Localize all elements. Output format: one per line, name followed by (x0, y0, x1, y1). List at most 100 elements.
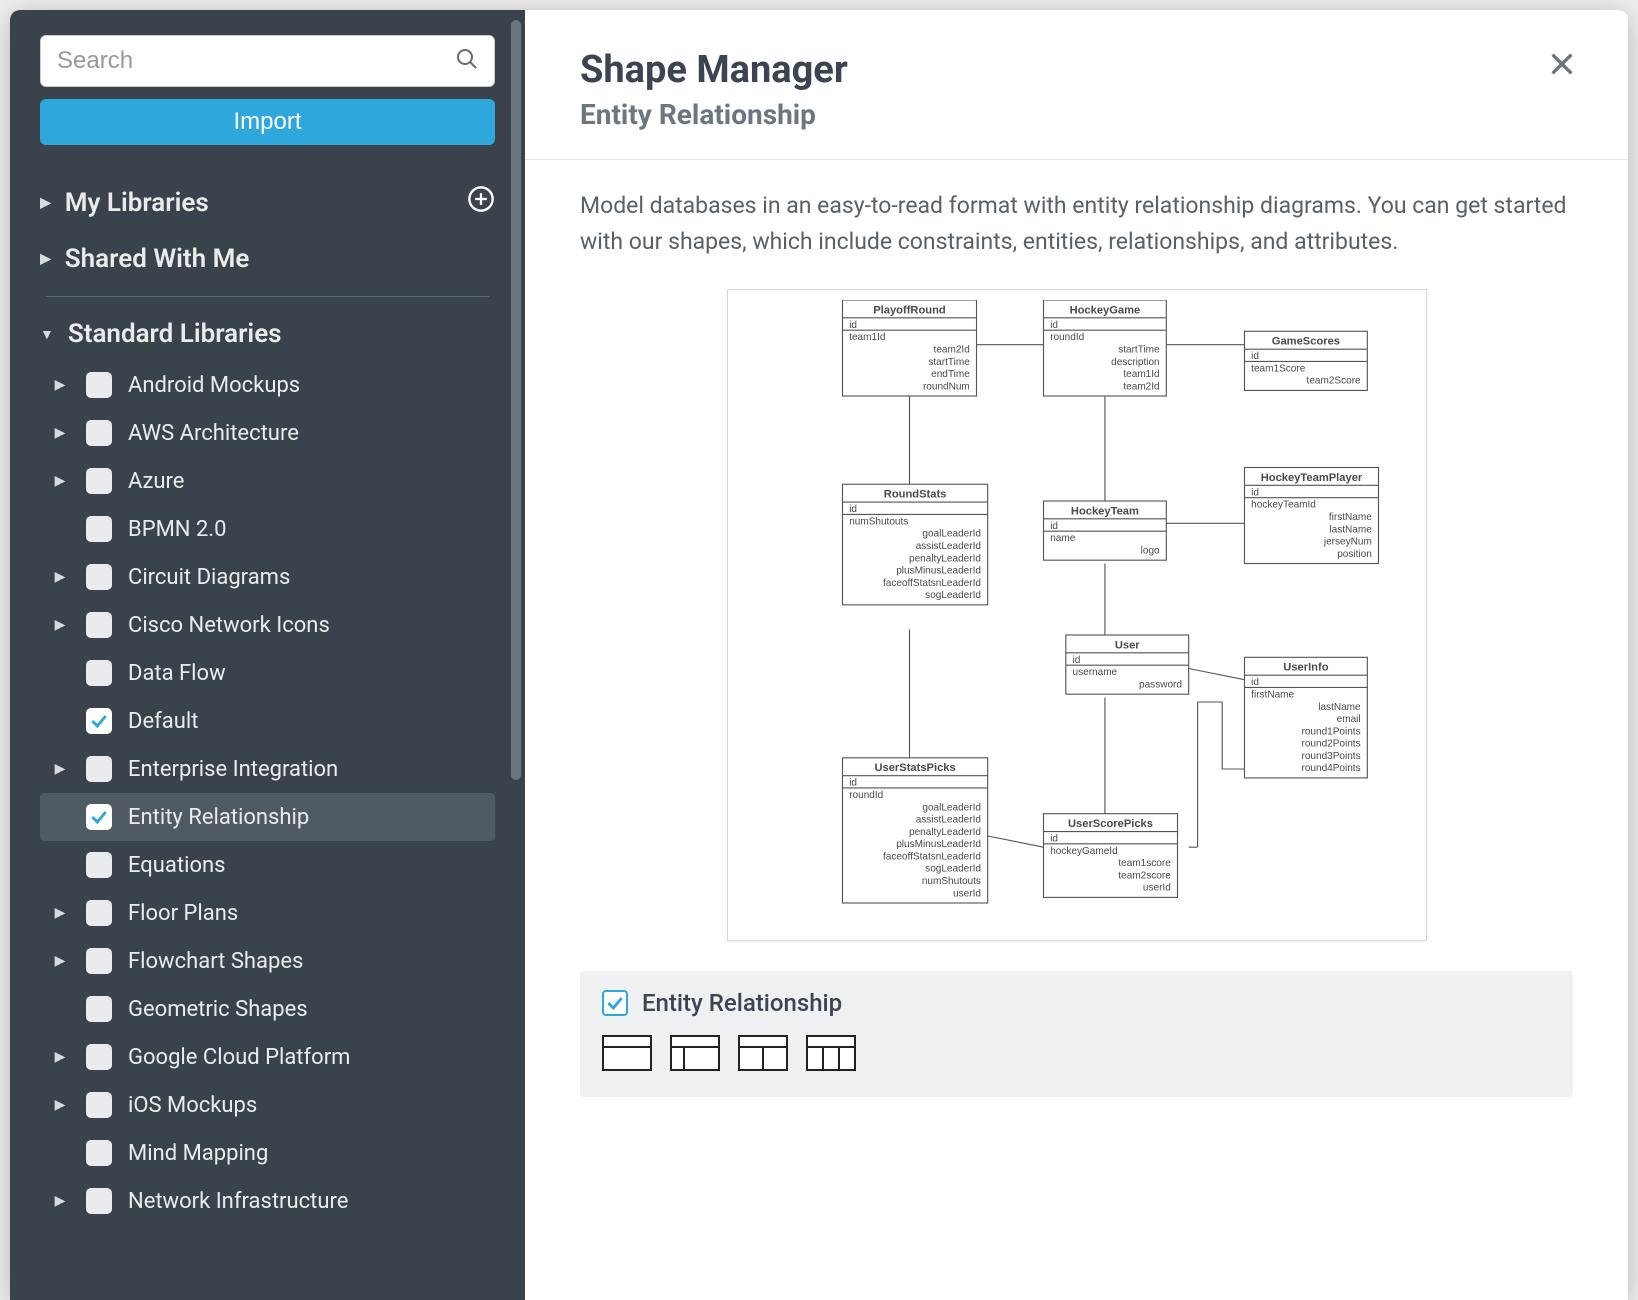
library-checkbox[interactable] (86, 1140, 112, 1166)
svg-text:round4Points: round4Points (1301, 764, 1360, 775)
svg-text:HockeyTeam: HockeyTeam (1070, 506, 1138, 518)
svg-text:logo: logo (1140, 546, 1159, 557)
entity-shape-icon[interactable] (738, 1035, 788, 1071)
svg-text:faceoffStatsnLeaderId: faceoffStatsnLeaderId (882, 578, 980, 589)
svg-text:jerseyNum: jerseyNum (1322, 537, 1371, 548)
svg-text:team2Id: team2Id (933, 345, 969, 356)
library-item[interactable]: ▶ Floor Plans (40, 889, 495, 937)
library-checkbox[interactable] (86, 660, 112, 686)
svg-text:id: id (1050, 834, 1058, 845)
svg-text:firstName: firstName (1328, 512, 1371, 523)
svg-text:id: id (1072, 655, 1080, 666)
svg-text:faceoffStatsnLeaderId: faceoffStatsnLeaderId (882, 852, 980, 863)
search-input[interactable] (40, 35, 495, 87)
caret-right-icon: ▶ (55, 425, 66, 441)
section-label: Shared With Me (65, 244, 250, 274)
library-item[interactable]: ▶ Cisco Network Icons (40, 601, 495, 649)
svg-text:RoundStats: RoundStats (883, 489, 946, 501)
svg-text:userId: userId (1142, 883, 1170, 894)
library-checkbox[interactable] (86, 1092, 112, 1118)
library-checkbox[interactable] (86, 564, 112, 590)
svg-text:id: id (849, 778, 857, 789)
entity-shape-icon[interactable] (806, 1035, 856, 1071)
library-item[interactable]: Default (40, 697, 495, 745)
library-item[interactable]: Mind Mapping (40, 1129, 495, 1177)
close-button[interactable] (1546, 48, 1578, 84)
section-shared-with-me[interactable]: ▶ Shared With Me (40, 232, 495, 286)
library-checkbox[interactable] (86, 372, 112, 398)
library-checkbox[interactable] (86, 996, 112, 1022)
shapes-panel: Entity Relationship (580, 971, 1573, 1097)
library-item[interactable]: ▶ Google Cloud Platform (40, 1033, 495, 1081)
caret-right-icon: ▶ (55, 905, 66, 921)
library-item[interactable]: ▶ Android Mockups (40, 361, 495, 409)
entity-shape-icon[interactable] (670, 1035, 720, 1071)
caret-right-icon: ▶ (40, 251, 51, 267)
svg-text:User: User (1114, 640, 1139, 652)
library-checkbox[interactable] (86, 756, 112, 782)
svg-text:name: name (1050, 533, 1076, 544)
library-item[interactable]: ▶ Enterprise Integration (40, 745, 495, 793)
library-item[interactable]: Geometric Shapes (40, 985, 495, 1033)
caret-right-icon: ▶ (55, 1097, 66, 1113)
svg-text:PlayoffRound: PlayoffRound (873, 305, 946, 317)
library-checkbox[interactable] (86, 708, 112, 734)
library-checkbox[interactable] (86, 948, 112, 974)
library-checkbox[interactable] (86, 852, 112, 878)
svg-text:team2score: team2score (1118, 871, 1171, 882)
svg-text:team1Id: team1Id (849, 332, 885, 343)
svg-text:round3Points: round3Points (1301, 751, 1360, 762)
library-item[interactable]: ▶ Network Infrastructure (40, 1177, 495, 1225)
svg-text:team2Score: team2Score (1306, 376, 1361, 387)
library-label: Circuit Diagrams (128, 565, 290, 590)
library-checkbox[interactable] (86, 804, 112, 830)
library-checkbox[interactable] (86, 468, 112, 494)
sidebar: Import ▶ My Libraries ▶ Shared With Me ▼… (10, 10, 525, 1300)
entity-shape-icon[interactable] (602, 1035, 652, 1071)
shapes-checkbox[interactable] (602, 990, 628, 1016)
library-item[interactable]: ▶ Flowchart Shapes (40, 937, 495, 985)
library-checkbox[interactable] (86, 612, 112, 638)
add-library-icon[interactable] (467, 185, 495, 220)
library-checkbox[interactable] (86, 900, 112, 926)
library-item[interactable]: ▶ AWS Architecture (40, 409, 495, 457)
import-button[interactable]: Import (40, 99, 495, 145)
library-item[interactable]: Equations (40, 841, 495, 889)
library-checkbox[interactable] (86, 516, 112, 542)
library-item[interactable]: Entity Relationship (40, 793, 495, 841)
svg-text:id: id (1251, 351, 1259, 362)
library-label: Network Infrastructure (128, 1189, 348, 1214)
page-title: Shape Manager (580, 48, 1573, 92)
svg-text:penaltyLeaderId: penaltyLeaderId (909, 827, 981, 838)
svg-text:sogLeaderId: sogLeaderId (925, 864, 981, 875)
svg-text:UserStatsPicks: UserStatsPicks (874, 763, 955, 775)
section-standard-libraries[interactable]: ▼ Standard Libraries (40, 307, 495, 361)
library-item[interactable]: ▶ Azure (40, 457, 495, 505)
svg-text:username: username (1072, 667, 1117, 678)
caret-right-icon: ▶ (55, 569, 66, 585)
library-checkbox[interactable] (86, 420, 112, 446)
svg-text:password: password (1139, 680, 1182, 691)
library-checkbox[interactable] (86, 1188, 112, 1214)
shapes-label: Entity Relationship (642, 989, 842, 1017)
section-my-libraries[interactable]: ▶ My Libraries (40, 173, 495, 232)
library-item[interactable]: BPMN 2.0 (40, 505, 495, 553)
svg-text:assistLeaderId: assistLeaderId (915, 541, 980, 552)
library-checkbox[interactable] (86, 1044, 112, 1070)
caret-right-icon: ▶ (55, 1049, 66, 1065)
svg-text:id: id (1050, 320, 1058, 331)
content-panel: Shape Manager Entity Relationship Model … (525, 10, 1628, 1300)
svg-text:startTime: startTime (928, 357, 970, 368)
library-label: Geometric Shapes (128, 997, 308, 1022)
library-label: Azure (128, 469, 184, 494)
caret-right-icon: ▶ (55, 761, 66, 777)
library-item[interactable]: Data Flow (40, 649, 495, 697)
svg-text:numShutouts: numShutouts (921, 876, 980, 887)
svg-text:goalLeaderId: goalLeaderId (922, 529, 981, 540)
svg-text:GameScores: GameScores (1271, 336, 1339, 348)
svg-text:id: id (1251, 678, 1259, 689)
library-item[interactable]: ▶ Circuit Diagrams (40, 553, 495, 601)
sidebar-scrollbar[interactable] (511, 20, 521, 780)
library-label: Floor Plans (128, 901, 238, 926)
library-item[interactable]: ▶ iOS Mockups (40, 1081, 495, 1129)
